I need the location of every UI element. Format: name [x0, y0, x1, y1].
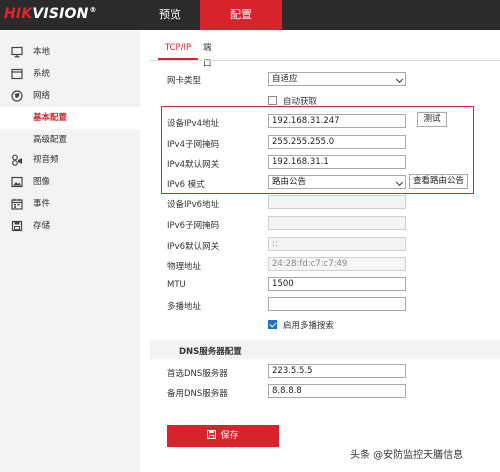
ipv6-address-input[interactable]: [268, 195, 406, 209]
nic-type-select[interactable]: 自适应: [268, 72, 406, 86]
sidebar-item-label: 存储: [33, 221, 51, 231]
ipv6-address-label: 设备IPv6地址: [167, 200, 220, 210]
mtu-label: MTU: [167, 280, 186, 290]
sidebar-item-label: 事件: [33, 199, 51, 209]
sidebar-item-advanced-config[interactable]: 高级配置: [0, 129, 140, 151]
dns-secondary-input[interactable]: 8.8.8.8: [268, 384, 406, 398]
sidebar-item-label: 视音频: [33, 155, 59, 165]
sidebar: 本地 系统 网络 基本配置 高级配置 视音频 图像 事件 存储: [0, 30, 140, 472]
sidebar-item-audio-video[interactable]: 视音频: [0, 149, 140, 171]
multicast-search-checkbox[interactable]: [268, 320, 277, 329]
sidebar-item-storage[interactable]: 存储: [0, 215, 140, 237]
sidebar-item-network[interactable]: 网络: [0, 85, 140, 107]
ipv4-mask-input[interactable]: 255.255.255.0: [268, 135, 406, 149]
ipv4-address-input[interactable]: 192.168.31.247: [268, 114, 406, 128]
nic-type-label: 网卡类型: [167, 76, 202, 86]
ipv6-mode-select[interactable]: 路由公告: [268, 175, 406, 189]
mac-address-label: 物理地址: [167, 262, 202, 272]
globe-icon: [11, 90, 23, 102]
ipv4-gateway-label: IPv4默认网关: [167, 160, 220, 170]
mac-address-input: 24:28:fd:c7:c7:49: [268, 257, 406, 271]
ipv4-address-label: 设备IPv4地址: [167, 119, 220, 129]
ipv6-prefix-label: IPv6子网掩码: [167, 221, 220, 231]
calendar-icon: [11, 198, 23, 210]
sidebar-item-label: 网络: [33, 91, 51, 101]
sidebar-item-label: 高级配置: [33, 135, 68, 145]
storage-icon: [11, 220, 23, 232]
sidebar-item-system[interactable]: 系统: [0, 63, 140, 85]
nav-tab-preview[interactable]: 预览: [130, 0, 210, 30]
dns-secondary-label: 备用DNS服务器: [167, 389, 228, 399]
sidebar-item-local[interactable]: 本地: [0, 41, 140, 63]
save-icon: [207, 430, 217, 439]
mtu-input[interactable]: 1500: [268, 277, 406, 291]
monitor-icon: [11, 46, 23, 58]
ipv4-gateway-input[interactable]: 192.168.31.1: [268, 155, 406, 169]
watermark-text: 头条 @安防监控天膳信息: [348, 446, 466, 461]
image-icon: [11, 176, 23, 188]
dhcp-checkbox[interactable]: [268, 96, 277, 105]
sidebar-item-label: 图像: [33, 177, 51, 187]
nav-tab-config[interactable]: 配置: [200, 0, 282, 30]
system-icon: [11, 68, 23, 80]
tab-tcp-ip[interactable]: TCP/IP: [158, 40, 198, 60]
save-button[interactable]: 保存: [167, 425, 279, 447]
sidebar-item-event[interactable]: 事件: [0, 193, 140, 215]
audio-video-icon: [12, 154, 22, 166]
tab-port[interactable]: 端口: [203, 40, 212, 69]
test-button[interactable]: 测试: [417, 112, 447, 127]
ipv6-gateway-label: IPv6默认网关: [167, 242, 220, 252]
dns-primary-label: 首选DNS服务器: [167, 369, 228, 379]
ipv6-gateway-input[interactable]: ::: [268, 237, 406, 251]
multicast-search-label: 启用多播搜索: [283, 321, 335, 331]
ipv4-mask-label: IPv4子网掩码: [167, 140, 220, 150]
view-route-advert-button[interactable]: 查看路由公告: [409, 174, 468, 189]
ipv6-prefix-input[interactable]: [268, 216, 406, 230]
sidebar-item-label: 基本配置: [33, 113, 68, 123]
hikvision-logo: HIKVISION®: [4, 6, 97, 22]
multicast-input[interactable]: [268, 297, 406, 311]
top-bar: HIKVISION® 预览 配置: [0, 0, 500, 30]
multicast-label: 多播地址: [167, 302, 202, 312]
dns-section-title: DNS服务器配置: [179, 347, 242, 357]
sidebar-item-label: 本地: [33, 47, 51, 57]
dns-primary-input[interactable]: 223.5.5.5: [268, 364, 406, 378]
ipv6-mode-label: IPv6 模式: [167, 180, 205, 190]
sidebar-item-label: 系统: [33, 69, 51, 79]
tab-divider: [150, 60, 500, 61]
sidebar-item-image[interactable]: 图像: [0, 171, 140, 193]
sidebar-item-basic-config[interactable]: 基本配置: [0, 107, 140, 129]
